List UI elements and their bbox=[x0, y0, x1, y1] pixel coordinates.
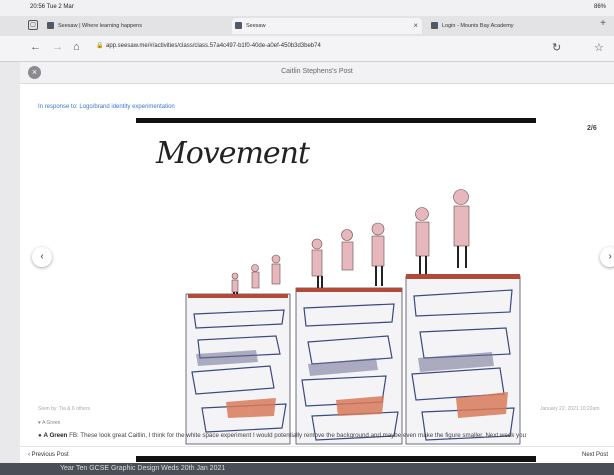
favicon-icon bbox=[431, 22, 438, 29]
previous-image-button[interactable]: ‹ bbox=[32, 247, 52, 267]
url-field[interactable]: 🔒 app.seesaw.me/#/activities/class/class… bbox=[96, 41, 536, 55]
url-text: app.seesaw.me/#/activities/class/class.5… bbox=[106, 43, 321, 49]
response-link[interactable]: In response to: Logo/brand identity expe… bbox=[38, 104, 175, 110]
new-tab-icon[interactable]: + bbox=[600, 18, 606, 29]
status-bar: 20:56 Tue 2 Mar 86% bbox=[0, 0, 614, 16]
reload-icon[interactable]: ↻ bbox=[552, 41, 561, 54]
comment-author: A Green bbox=[43, 432, 68, 439]
seen-by[interactable]: Seen by: Tia & 6 others bbox=[38, 406, 90, 412]
post-date: January 22, 2021 10:22am bbox=[540, 406, 600, 412]
next-post-button[interactable]: Next Post bbox=[582, 452, 608, 458]
battery-indicator: 86% bbox=[593, 4, 606, 10]
back-icon[interactable]: ← bbox=[30, 41, 41, 53]
book-stack-figures-illustration bbox=[185, 189, 521, 445]
forward-icon[interactable]: → bbox=[52, 41, 63, 53]
comment-text: FB: These look great Caitlin, I think fo… bbox=[69, 432, 527, 439]
previous-post-label: Previous Post bbox=[31, 452, 69, 458]
post-footer: ‹ Previous Post Next Post bbox=[20, 446, 614, 462]
bookmark-star-icon[interactable]: ☆ bbox=[594, 41, 604, 54]
next-image-button[interactable]: › bbox=[600, 247, 614, 267]
comment-bubble-icon: ● bbox=[38, 432, 42, 439]
tab-seesaw-active[interactable]: Seesaw × bbox=[232, 18, 422, 34]
status-time: 20:56 Tue 2 Mar bbox=[30, 4, 74, 10]
tab-login[interactable]: Login - Mounts Bay Academy bbox=[428, 18, 578, 34]
page-counter: 2/6 bbox=[587, 125, 597, 132]
previous-post-button[interactable]: ‹ Previous Post bbox=[28, 452, 69, 458]
lock-icon: 🔒 bbox=[96, 43, 104, 49]
home-icon[interactable]: ⌂ bbox=[73, 41, 80, 53]
post-title: Caitlin Stephens's Post bbox=[281, 68, 353, 75]
seesaw-post-view: × Caitlin Stephens's Post In response to… bbox=[20, 62, 614, 475]
post-header: × Caitlin Stephens's Post bbox=[20, 62, 614, 84]
likes-row: ♥ A Green bbox=[38, 420, 60, 426]
comment: ● A Green FB: These look great Caitlin, … bbox=[38, 432, 608, 439]
favicon-icon bbox=[47, 22, 54, 29]
likes-names: A Green bbox=[42, 420, 61, 426]
tab-overview-icon[interactable]: ▢ bbox=[28, 20, 38, 30]
tab-label: Login - Mounts Bay Academy bbox=[442, 23, 514, 29]
background-page-title: Year Ten GCSE Graphic Design Weds 20th J… bbox=[0, 463, 614, 475]
post-image: Movement bbox=[136, 118, 536, 464]
tab-seesaw-home[interactable]: Seesaw | Where learning happens bbox=[44, 18, 214, 34]
address-bar: ← → ⌂ 🔒 app.seesaw.me/#/activities/class… bbox=[0, 36, 614, 62]
tab-label: Seesaw | Where learning happens bbox=[58, 23, 142, 29]
tab-label: Seesaw bbox=[246, 23, 266, 29]
favicon-icon bbox=[235, 22, 242, 29]
tab-bar: ▢ Seesaw | Where learning happens Seesaw… bbox=[0, 16, 614, 36]
heart-icon[interactable]: ♥ bbox=[38, 420, 41, 426]
close-tab-icon[interactable]: × bbox=[413, 18, 418, 34]
next-post-label: Next Post bbox=[581, 452, 608, 458]
